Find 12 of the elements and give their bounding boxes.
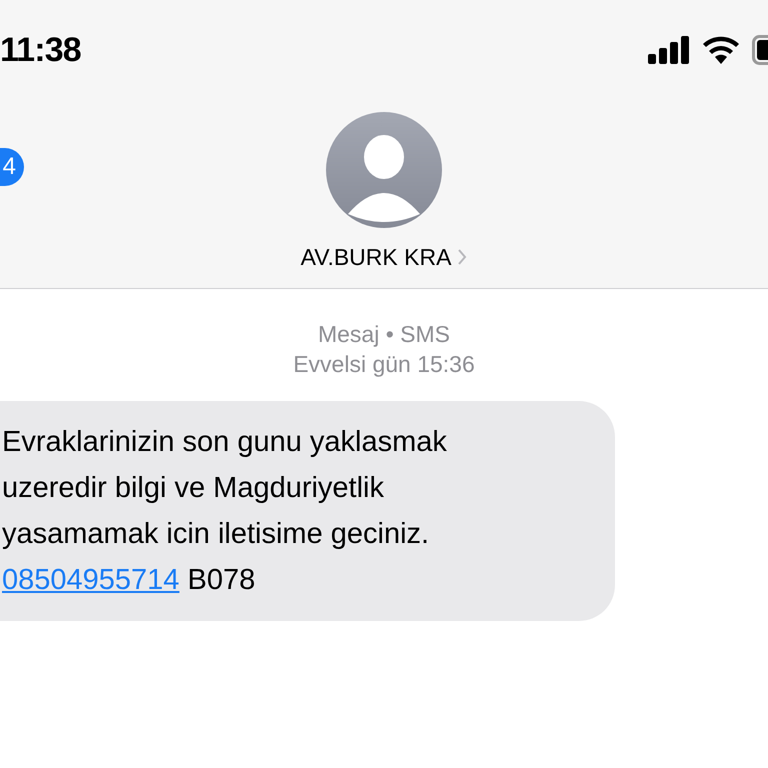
contact-name-button[interactable]: AV.BURK KRA xyxy=(300,240,468,274)
message-text: Evraklarinizin son gunu yaklasmak uzeredir bilgi ve Magduriyetlik yasamamak icin iletisime geciniz. 08504955714 B078 xyxy=(2,425,448,598)
wifi-icon xyxy=(702,36,740,64)
status-time: 11:38 xyxy=(0,30,81,70)
phone-link[interactable]: 08504955714 xyxy=(2,564,180,596)
chevron-icon xyxy=(457,248,468,266)
battery-icon xyxy=(752,35,768,65)
unread-badge[interactable]: 4 xyxy=(0,148,24,186)
avatar-icon[interactable] xyxy=(326,112,442,228)
message-timestamp: Evvelsi gün 15:36 xyxy=(293,350,475,379)
service-label: Mesaj • SMS xyxy=(318,320,450,349)
signal-icon xyxy=(648,36,690,64)
